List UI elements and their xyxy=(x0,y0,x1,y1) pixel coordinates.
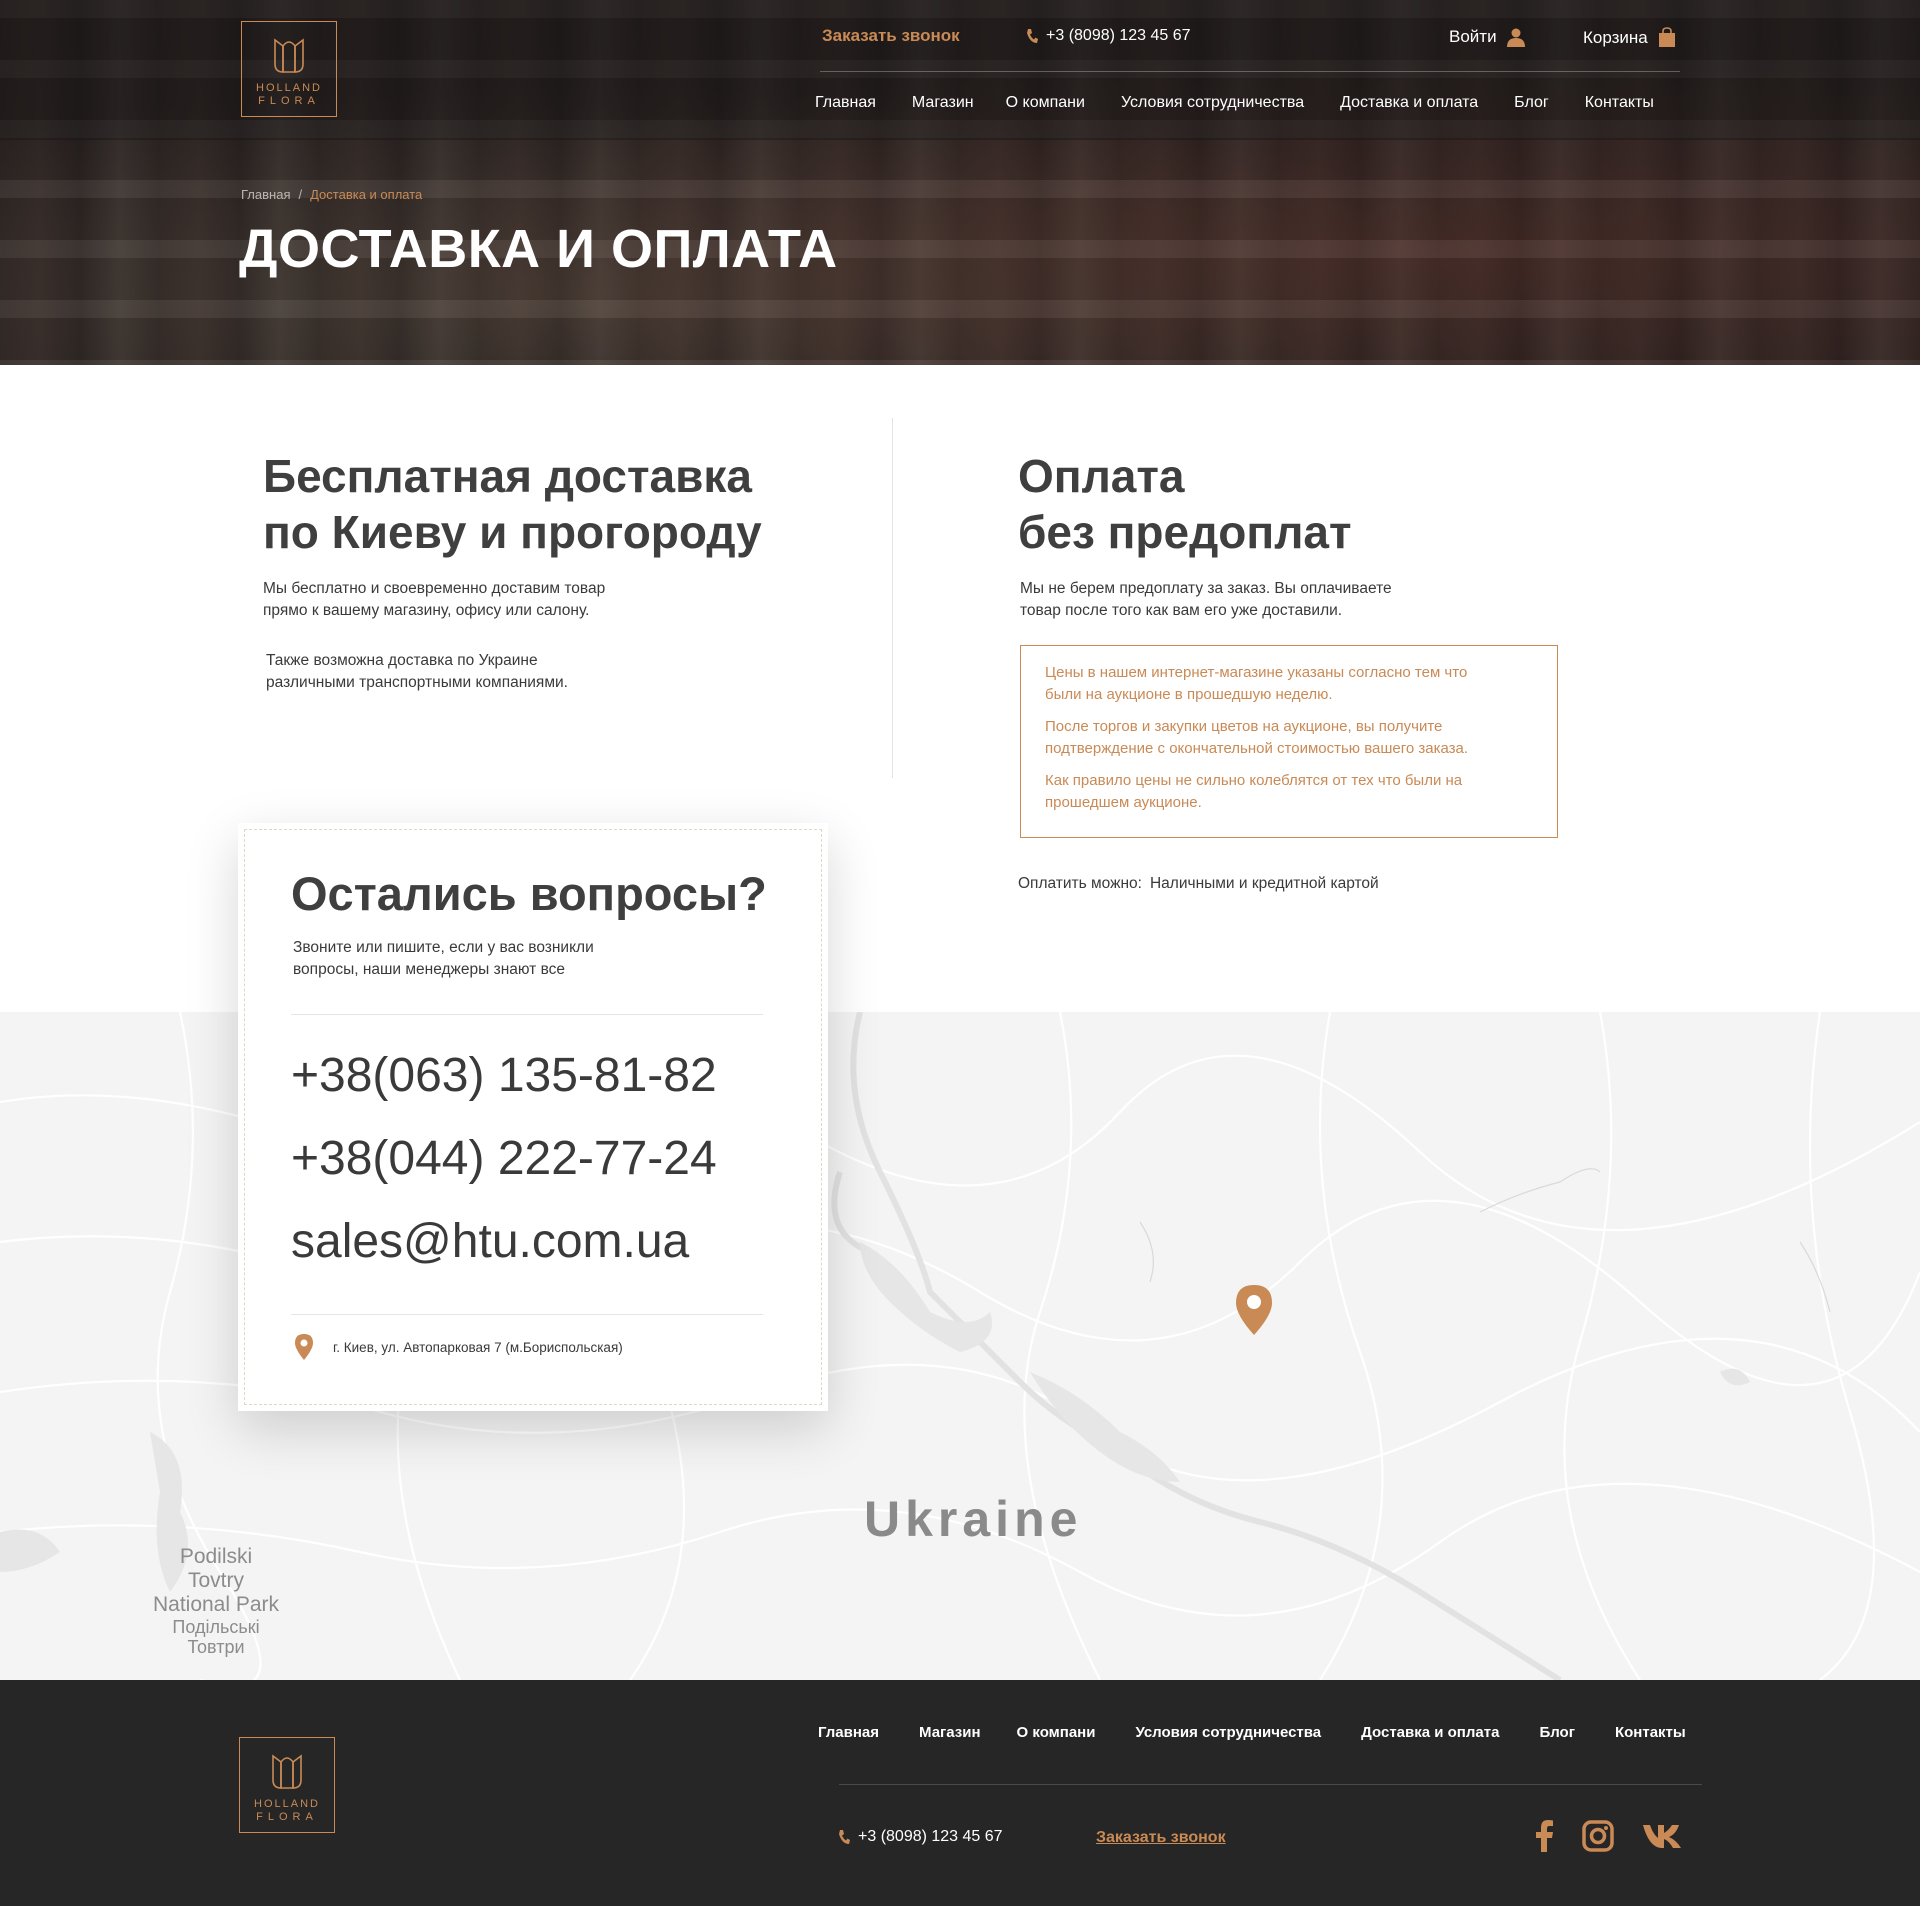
footer-nav-contacts[interactable]: Контакты xyxy=(1615,1724,1686,1741)
header-logo[interactable]: HOLLAND FLORA xyxy=(241,21,337,117)
nav-item-delivery[interactable]: Доставка и оплата xyxy=(1340,94,1478,112)
cart-label: Корзина xyxy=(1583,27,1648,47)
map-location-pin-icon[interactable] xyxy=(1236,1285,1272,1335)
footer-phone[interactable]: +3 (8098) 123 45 67 xyxy=(838,1828,1003,1846)
delivery-text-1-line1: Мы бесплатно и своевременно доставим тов… xyxy=(263,580,606,597)
logo-text-flora: FLORA xyxy=(256,1811,318,1823)
logo-text-holland: HOLLAND xyxy=(256,82,322,94)
footer-divider xyxy=(839,1784,1702,1785)
delivery-text-2-line2: различными транспортными компаниями. xyxy=(266,674,568,691)
payment-methods-value: Наличными и кредитной картой xyxy=(1149,875,1379,892)
contact-address-text: г. Киев, ул. Автопарковая 7 (м.Борисполь… xyxy=(333,1339,623,1355)
payment-title-line2: без предоплат xyxy=(1018,506,1352,558)
user-icon xyxy=(1506,28,1525,47)
map-park-ua-line1: Подільські xyxy=(172,1617,260,1637)
price-note: После торгов и закупки цветов на аукцион… xyxy=(1045,716,1533,760)
payment-text: Мы не берем предоплату за заказ. Вы опла… xyxy=(1020,578,1392,622)
footer-nav-delivery[interactable]: Доставка и оплата xyxy=(1361,1724,1499,1741)
payment-methods-label: Оплатить можно: xyxy=(1018,875,1142,892)
price-note: Цены в нашем интернет-магазине указаны с… xyxy=(1045,662,1533,706)
breadcrumb-home[interactable]: Главная xyxy=(241,187,290,202)
price-note-1-line2: были на аукционе в прошедшую неделю. xyxy=(1045,686,1333,703)
nav-item-contacts[interactable]: Контакты xyxy=(1585,94,1654,112)
payment-text-line2: товар после того как вам его уже достави… xyxy=(1020,602,1343,619)
price-note: Как правило цены не сильно колеблятся от… xyxy=(1045,770,1533,814)
nav-item-about[interactable]: О компани xyxy=(1006,94,1085,112)
cart-button[interactable]: Корзина xyxy=(1583,27,1676,48)
header-divider xyxy=(820,71,1680,72)
header-phone-number: +3 (8098) 123 45 67 xyxy=(1046,27,1191,44)
map-park-ua-line2: Товтри xyxy=(187,1637,245,1657)
footer-phone-number: +3 (8098) 123 45 67 xyxy=(858,1828,1003,1845)
price-note-3-line1: Как правило цены не сильно колеблятся от… xyxy=(1045,772,1463,789)
footer-nav-cooperation[interactable]: Условия сотрудничества xyxy=(1135,1724,1321,1741)
nav-item-home[interactable]: Главная xyxy=(815,94,876,112)
footer-logo[interactable]: HOLLAND FLORA xyxy=(239,1737,335,1833)
header-callback-link[interactable]: Заказать звонок xyxy=(822,26,960,46)
payment-title-line1: Оплата xyxy=(1018,450,1185,502)
price-note-3-line2: прошедшем аукционе. xyxy=(1045,794,1202,811)
location-pin-icon xyxy=(295,1334,313,1360)
payment-methods: Оплатить можно: Наличными и кредитной ка… xyxy=(1018,875,1379,893)
logo-tulip-icon xyxy=(272,1754,302,1789)
contact-card-subtitle-line1: Звоните или пишите, если у вас возникли xyxy=(293,939,594,956)
nav-item-blog[interactable]: Блог xyxy=(1514,94,1549,112)
column-divider xyxy=(892,418,893,778)
price-notice-box: Цены в нашем интернет-магазине указаны с… xyxy=(1020,645,1558,838)
price-note-2-line2: подтверждение с окончательной стоимостью… xyxy=(1045,740,1469,757)
contact-card-title: Остались вопросы? xyxy=(291,867,767,920)
payment-title: Оплата без предоплат xyxy=(1018,448,1352,560)
contact-phone-1[interactable]: +38(063) 135-81-82 xyxy=(291,1048,717,1103)
logo-tulip-icon xyxy=(274,38,304,73)
delivery-title-line2: по Киеву и прогороду xyxy=(263,506,762,558)
contact-card-subtitle-line2: вопросы, наши менеджеры знают все xyxy=(293,961,566,978)
contact-email[interactable]: sales@htu.com.ua xyxy=(291,1214,689,1269)
delivery-text-2-line1: Также возможна доставка по Украине xyxy=(266,652,538,669)
footer-nav-about[interactable]: О компани xyxy=(1017,1724,1096,1741)
breadcrumb: Главная / Доставка и оплата xyxy=(241,187,422,202)
facebook-icon[interactable] xyxy=(1534,1820,1554,1857)
footer-nav-home[interactable]: Главная xyxy=(818,1724,879,1741)
shopping-bag-icon xyxy=(1658,27,1675,47)
footer-nav-blog[interactable]: Блог xyxy=(1539,1724,1575,1741)
contact-card-subtitle: Звоните или пишите, если у вас возникли … xyxy=(293,937,594,981)
delivery-text-2: Также возможна доставка по Украине разли… xyxy=(266,650,568,694)
contact-card-divider xyxy=(291,1314,763,1315)
map-country-label: Ukraine xyxy=(864,1491,1083,1547)
page-title: ДОСТАВКА И ОПЛАТА xyxy=(239,219,838,279)
login-label: Войти xyxy=(1449,27,1497,46)
main-navigation: Главная Магазин О компани Условия сотруд… xyxy=(815,94,1654,112)
delivery-title: Бесплатная доставка по Киеву и прогороду xyxy=(263,448,762,560)
contact-phone-2[interactable]: +38(044) 222-77-24 xyxy=(291,1131,717,1186)
instagram-icon[interactable] xyxy=(1582,1820,1614,1857)
map-park-line2: Tovtry xyxy=(187,1569,244,1592)
delivery-title-line1: Бесплатная доставка xyxy=(263,450,752,502)
nav-item-cooperation[interactable]: Условия сотрудничества xyxy=(1121,94,1304,112)
footer-callback-link[interactable]: Заказать звонок xyxy=(1096,1829,1226,1847)
login-button[interactable]: Войти xyxy=(1449,27,1525,47)
breadcrumb-current: Доставка и оплата xyxy=(310,187,423,202)
phone-icon xyxy=(839,1830,850,1844)
price-note-1-line1: Цены в нашем интернет-магазине указаны с… xyxy=(1045,664,1468,681)
price-note-2-line1: После торгов и закупки цветов на аукцион… xyxy=(1045,718,1443,735)
delivery-text-1: Мы бесплатно и своевременно доставим тов… xyxy=(263,578,605,622)
map-park-label: Podilski Tovtry National Park Подільські… xyxy=(136,1545,296,1657)
contact-card-divider xyxy=(291,1014,763,1015)
map-park-line3: National Park xyxy=(152,1593,280,1616)
footer-nav-shop[interactable]: Магазин xyxy=(919,1724,981,1741)
header-phone[interactable]: +3 (8098) 123 45 67 xyxy=(1026,27,1191,45)
breadcrumb-separator: / xyxy=(298,187,303,202)
map-park-line1: Podilski xyxy=(179,1545,253,1568)
payment-text-line1: Мы не берем предоплату за заказ. Вы опла… xyxy=(1020,580,1392,597)
footer-navigation: Главная Магазин О компани Условия сотруд… xyxy=(818,1724,1686,1741)
social-links xyxy=(1534,1820,1682,1857)
logo-text-flora: FLORA xyxy=(258,95,320,107)
vk-icon[interactable] xyxy=(1642,1823,1682,1854)
logo-text-holland: HOLLAND xyxy=(254,1798,320,1810)
contact-address: г. Киев, ул. Автопарковая 7 (м.Борисполь… xyxy=(295,1334,623,1360)
nav-item-shop[interactable]: Магазин xyxy=(912,94,974,112)
delivery-text-1-line2: прямо к вашему магазину, офису или салон… xyxy=(263,602,590,619)
phone-icon xyxy=(1027,29,1038,43)
